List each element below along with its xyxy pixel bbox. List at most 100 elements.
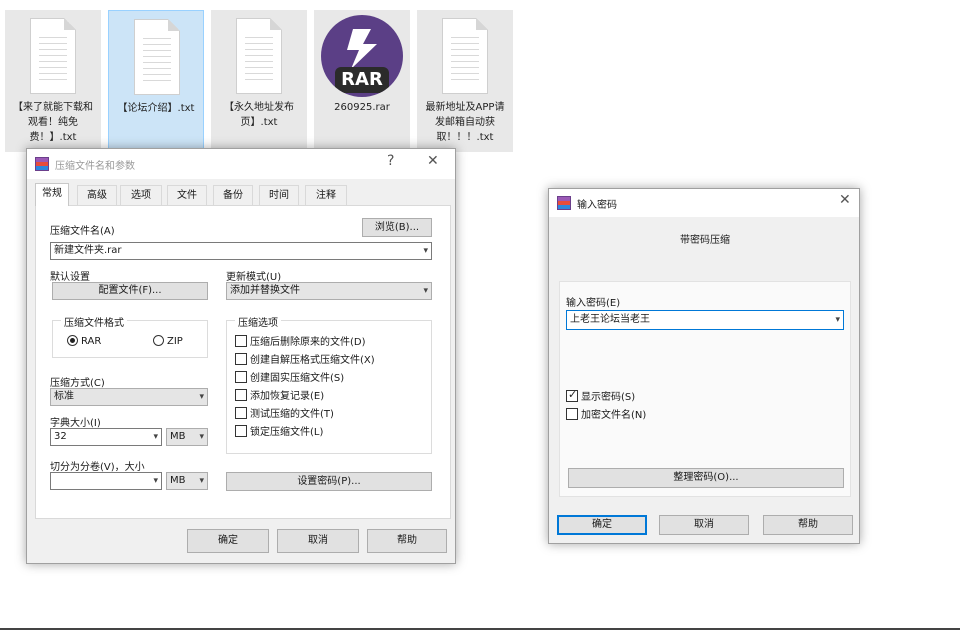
- format-radio-rar[interactable]: RAR: [67, 335, 101, 347]
- tab-options[interactable]: 选项: [120, 185, 162, 206]
- cancel-button[interactable]: 取消: [277, 529, 359, 553]
- password-panel: 输入密码(E) 上老王论坛当老王 ▾ 显示密码(S) 加密文件名(N) 整理密码…: [559, 281, 851, 497]
- tab-general[interactable]: 常规: [35, 183, 69, 206]
- general-tab-panel: 压缩文件名(A) 浏览(B)... 新建文件夹.rar ▾ 默认设置 配置文件(…: [35, 205, 451, 519]
- file-tile-3[interactable]: RAR 260925.rar: [314, 10, 410, 152]
- help-button[interactable]: 帮助: [367, 529, 447, 553]
- option-test-files[interactable]: 测试压缩的文件(T): [235, 405, 334, 420]
- text-file-icon: [134, 19, 180, 95]
- archive-name-value: 新建文件夹.rar: [54, 245, 122, 256]
- lightning-icon: [347, 29, 377, 69]
- text-file-icon: [442, 18, 488, 94]
- chevron-down-icon: ▾: [199, 476, 204, 486]
- close-icon[interactable]: ✕: [839, 192, 851, 208]
- archive-options-label: 压缩选项: [235, 314, 281, 329]
- password-heading: 带密码压缩: [680, 235, 730, 246]
- update-mode-label: 更新模式(U): [226, 272, 282, 283]
- ok-button[interactable]: 确定: [187, 529, 269, 553]
- encrypt-filenames-checkbox[interactable]: 加密文件名(N): [566, 406, 646, 421]
- tab-comment[interactable]: 注释: [305, 185, 347, 206]
- archive-name-label: 压缩文件名(A): [50, 226, 115, 237]
- split-unit-select[interactable]: MB ▾: [166, 472, 208, 490]
- split-size-combo[interactable]: ▾: [50, 472, 162, 490]
- update-mode-value: 添加并替换文件: [230, 285, 300, 296]
- radio-dot: [67, 335, 78, 346]
- cancel-button[interactable]: 取消: [659, 515, 749, 535]
- show-password-checkbox[interactable]: 显示密码(S): [566, 388, 635, 403]
- text-file-icon: [30, 18, 76, 94]
- file-tile-0[interactable]: 【来了就能下载和观看！纯免费！】.txt: [5, 10, 101, 152]
- checkbox: [566, 408, 578, 420]
- file-name: 【论坛介绍】.txt: [117, 103, 195, 114]
- file-tile-1[interactable]: 【论坛介绍】.txt: [108, 10, 204, 152]
- password-value: 上老王论坛当老王: [570, 314, 650, 325]
- dict-size-combo[interactable]: 32 ▾: [50, 428, 162, 446]
- tab-advanced[interactable]: 高级: [77, 185, 117, 206]
- checkbox: [235, 371, 247, 383]
- password-dialog-titlebar: 输入密码 ✕: [549, 189, 859, 217]
- tab-files[interactable]: 文件: [167, 185, 207, 206]
- update-mode-select[interactable]: 添加并替换文件 ▾: [226, 282, 432, 300]
- option-delete-after[interactable]: 压缩后删除原来的文件(D): [235, 333, 366, 348]
- tab-time[interactable]: 时间: [259, 185, 299, 206]
- archive-dialog-titlebar: 压缩文件名和参数 ? ✕: [27, 149, 455, 179]
- option-solid[interactable]: 创建固实压缩文件(S): [235, 369, 344, 384]
- chevron-down-icon: ▾: [153, 476, 158, 486]
- file-name: 260925.rar: [334, 102, 390, 113]
- tab-backup[interactable]: 备份: [213, 185, 253, 206]
- file-tile-2[interactable]: 【永久地址发布页】.txt: [211, 10, 307, 152]
- close-icon[interactable]: ✕: [427, 153, 439, 169]
- help-button[interactable]: 帮助: [763, 515, 853, 535]
- archive-name-combo[interactable]: 新建文件夹.rar ▾: [50, 242, 432, 260]
- chevron-down-icon: ▾: [199, 432, 204, 442]
- radio-dot: [153, 335, 164, 346]
- winrar-app-icon: [35, 157, 49, 171]
- format-radio-zip[interactable]: ZIP: [153, 335, 183, 347]
- file-tile-4[interactable]: 最新地址及APP请发邮箱自动获取！！！.txt: [417, 10, 513, 152]
- dict-size-unit: MB: [170, 431, 186, 442]
- text-file-icon: [236, 18, 282, 94]
- method-label: 压缩方式(C): [50, 378, 105, 389]
- archive-options-group: 压缩选项 压缩后删除原来的文件(D) 创建自解压格式压缩文件(X) 创建固实压缩…: [226, 314, 432, 454]
- option-recovery-record[interactable]: 添加恢复记录(E): [235, 387, 324, 402]
- chevron-down-icon: ▾: [199, 392, 204, 402]
- chevron-down-icon: ▾: [835, 315, 840, 325]
- dict-size-value: 32: [54, 431, 67, 442]
- dict-size-label: 字典大小(I): [50, 418, 101, 429]
- set-password-button[interactable]: 设置密码(P)...: [226, 472, 432, 491]
- rar-archive-icon: RAR: [321, 15, 403, 97]
- archive-format-label: 压缩文件格式: [61, 314, 127, 329]
- chevron-down-icon: ▾: [153, 432, 158, 442]
- help-icon[interactable]: ?: [387, 153, 394, 169]
- password-dialog: 输入密码 ✕ 带密码压缩 输入密码(E) 上老王论坛当老王 ▾ 显示密码(S) …: [548, 188, 860, 544]
- checkbox: [235, 353, 247, 365]
- dialog-title: 压缩文件名和参数: [55, 161, 135, 172]
- profiles-button[interactable]: 配置文件(F)...: [52, 282, 208, 300]
- dialog-title: 输入密码: [577, 200, 617, 211]
- browse-button[interactable]: 浏览(B)...: [362, 218, 432, 237]
- option-lock-archive[interactable]: 锁定压缩文件(L): [235, 423, 323, 438]
- dict-size-unit-select[interactable]: MB ▾: [166, 428, 208, 446]
- organize-passwords-button[interactable]: 整理密码(O)...: [568, 468, 844, 488]
- chevron-down-icon: ▾: [423, 286, 428, 296]
- password-label: 输入密码(E): [566, 298, 621, 309]
- file-name: 最新地址及APP请发邮箱自动获取！！！.txt: [425, 102, 505, 143]
- archive-format-group: 压缩文件格式 RAR ZIP: [52, 314, 208, 358]
- option-sfx[interactable]: 创建自解压格式压缩文件(X): [235, 351, 375, 366]
- checkbox: [566, 388, 578, 402]
- winrar-app-icon: [557, 196, 571, 210]
- checkbox: [235, 389, 247, 401]
- checkbox: [235, 407, 247, 419]
- method-select[interactable]: 标准 ▾: [50, 388, 208, 406]
- file-name: 【永久地址发布页】.txt: [224, 102, 294, 128]
- split-size-unit: MB: [170, 475, 186, 486]
- file-name: 【来了就能下载和观看！纯免费！】.txt: [13, 102, 93, 143]
- password-input[interactable]: 上老王论坛当老王 ▾: [566, 310, 844, 330]
- chevron-down-icon: ▾: [423, 246, 428, 256]
- archive-dialog: 压缩文件名和参数 ? ✕ 常规 高级 选项 文件 备份 时间 注释 压缩文件名(…: [26, 148, 456, 564]
- checkbox: [235, 425, 247, 437]
- split-volumes-label: 切分为分卷(V)，大小: [50, 462, 145, 473]
- rar-badge: RAR: [335, 67, 389, 93]
- ok-button[interactable]: 确定: [557, 515, 647, 535]
- method-value: 标准: [54, 391, 74, 402]
